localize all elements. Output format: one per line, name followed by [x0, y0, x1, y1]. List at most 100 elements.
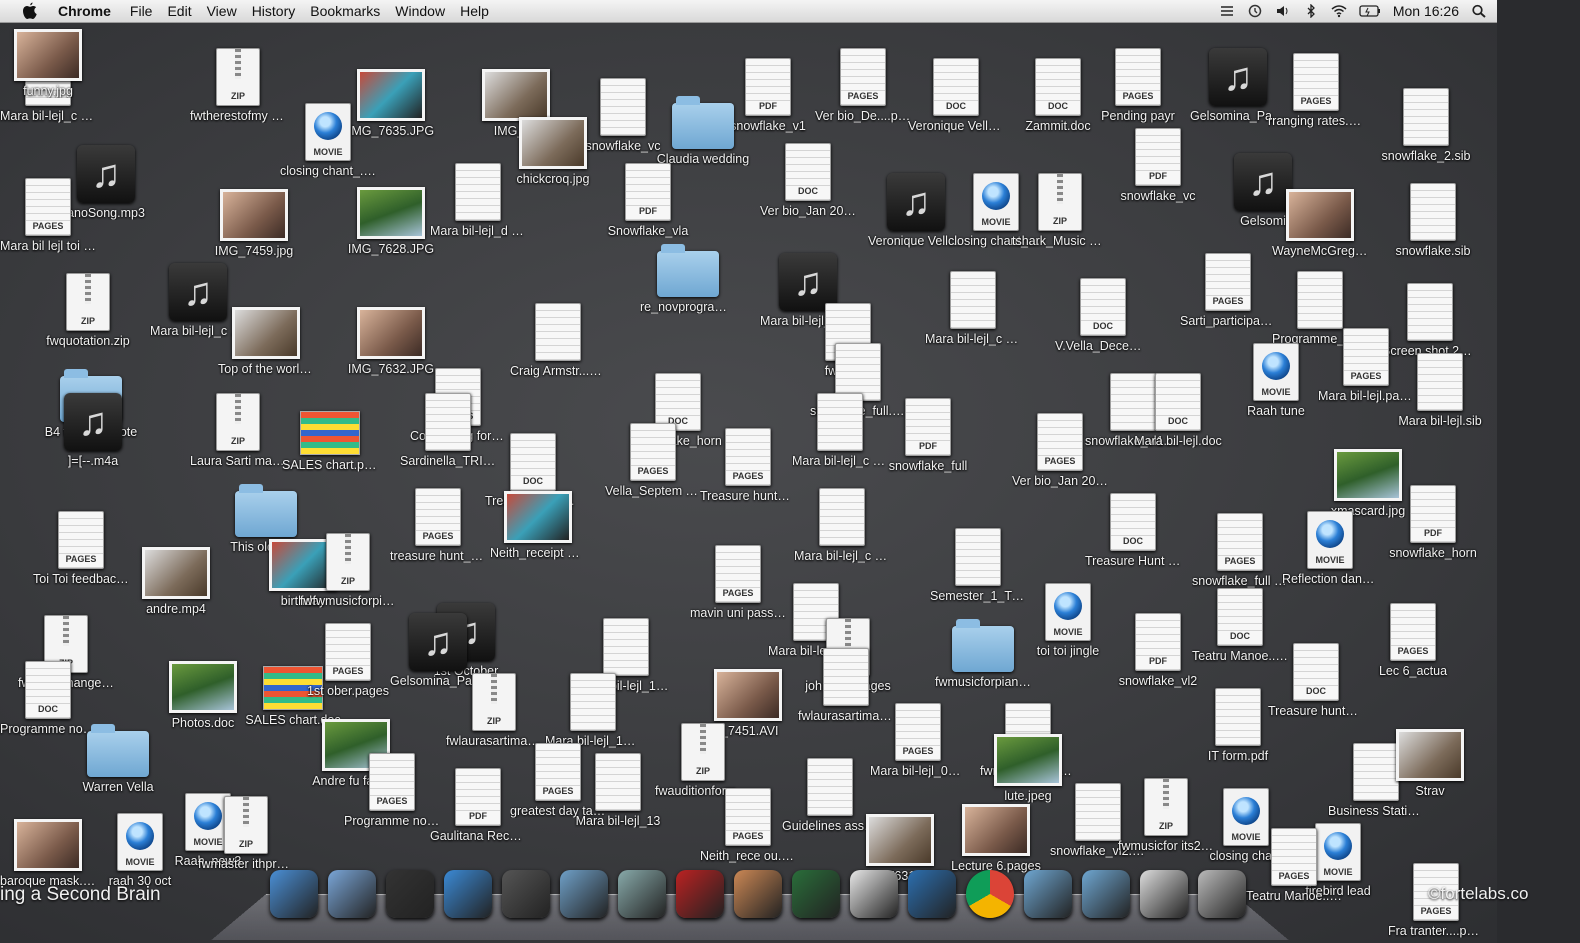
downloads-stack-icon[interactable] [1140, 870, 1188, 918]
menubar-clock[interactable]: Mon 16:26 [1393, 0, 1459, 22]
preview-icon[interactable] [560, 870, 608, 918]
battery-icon[interactable] [1359, 4, 1381, 18]
document-icon[interactable] [819, 488, 865, 546]
desktop-item[interactable]: snowflake_2.sib [1378, 88, 1474, 163]
document-icon[interactable]: DOC [510, 433, 556, 491]
document-icon[interactable]: PAGES [630, 423, 676, 481]
bluetooth-icon[interactable] [1303, 4, 1319, 18]
desktop-item[interactable]: snowflake.sib [1385, 183, 1481, 258]
calendar-icon[interactable] [850, 870, 898, 918]
folder-icon[interactable] [87, 731, 149, 777]
time-machine-icon[interactable] [1247, 4, 1263, 18]
document-icon[interactable]: PAGES [369, 753, 415, 811]
desktop-item[interactable]: Craig Armstr...ets.pdf [510, 303, 606, 378]
photo-thumbnail-icon[interactable] [504, 491, 572, 543]
facetime-icon[interactable] [502, 870, 550, 918]
document-icon[interactable] [1417, 353, 1463, 411]
desktop-item[interactable]: IMG_7632.JPG [343, 301, 439, 376]
desktop-item[interactable]: PDF snowflake_full [880, 398, 976, 473]
folder-icon[interactable] [952, 626, 1014, 672]
music-file-icon[interactable]: ♫ [887, 173, 945, 231]
photo-thumbnail-icon[interactable] [169, 661, 237, 713]
zip-archive-icon[interactable]: ZIP [326, 533, 370, 591]
menu-extra-icon[interactable] [1219, 4, 1235, 18]
desktop-item[interactable]: SALES chart.pages [282, 403, 378, 472]
desktop-item[interactable]: PAGESMara bil lejl toi toi talk.pages [0, 178, 96, 253]
desktop-item[interactable]: ZIP fwtherestofmy music.zip [190, 48, 286, 123]
desktop-item[interactable]: PAGES Pending payr [1090, 48, 1186, 123]
document-icon[interactable]: DOC [933, 58, 979, 116]
photo-thumbnail-icon[interactable] [714, 669, 782, 721]
document-icon[interactable]: PAGES [58, 511, 104, 569]
desktop-item[interactable]: funny.jpg [0, 23, 96, 98]
iphoto-icon[interactable] [618, 870, 666, 918]
desktop-item[interactable]: ZIPLaura Sarti master...ses.zip [190, 393, 286, 468]
music-file-icon[interactable]: ♫ [64, 393, 122, 451]
desktop-item[interactable]: PAGES 1st ober.pages [300, 623, 396, 698]
photo-thumbnail-icon[interactable] [519, 117, 587, 169]
document-icon[interactable] [603, 618, 649, 676]
document-icon[interactable]: PAGES [1343, 328, 1389, 386]
document-icon[interactable]: DOC [1035, 58, 1081, 116]
document-icon[interactable] [535, 303, 581, 361]
document-icon[interactable] [955, 528, 1001, 586]
desktop-item[interactable]: PAGESSarti_participan ts.pages [1180, 253, 1276, 328]
desktop-item[interactable]: PDF snowflake_vc [1110, 128, 1206, 203]
menu-file[interactable]: File [130, 0, 164, 22]
desktop-item[interactable]: PAGESToi Toi feedback.pages [33, 511, 129, 586]
applications-folder-icon[interactable] [1082, 870, 1130, 918]
document-icon[interactable]: PAGES [1205, 253, 1251, 311]
document-icon[interactable]: PAGES [1390, 603, 1436, 661]
document-icon[interactable] [1075, 783, 1121, 841]
menu-help[interactable]: Help [460, 0, 500, 22]
quicktime-movie-icon[interactable]: MOVIE [1307, 511, 1353, 569]
chrome-icon[interactable] [966, 870, 1014, 918]
photo-thumbnail-icon[interactable] [232, 307, 300, 359]
photo-thumbnail-icon[interactable] [14, 819, 82, 871]
document-icon[interactable]: DOC [1110, 493, 1156, 551]
document-icon[interactable]: PAGES [715, 545, 761, 603]
desktop-item[interactable]: PAGEStreasure hunt_n...pages [390, 488, 486, 563]
menu-app-name[interactable]: Chrome [58, 0, 122, 22]
document-icon[interactable] [1410, 183, 1456, 241]
document-icon[interactable]: PDF [905, 398, 951, 456]
menu-history[interactable]: History [252, 0, 307, 22]
document-icon[interactable] [570, 673, 616, 731]
document-icon[interactable]: PDF [1410, 485, 1456, 543]
desktop-item[interactable]: PDF Snowflake_vla [600, 163, 696, 238]
document-icon[interactable]: PAGES [325, 623, 371, 681]
desktop-item[interactable]: ♫]=[--.m4a [45, 393, 141, 468]
desktop-item[interactable]: DOC Treasure hunt_nev [1268, 643, 1364, 718]
document-icon[interactable] [1403, 88, 1449, 146]
apple-menu-icon[interactable] [22, 2, 38, 20]
desktop-item[interactable]: Mara bil-lejl_c minor_NEW_4 [792, 393, 888, 468]
document-icon[interactable]: PAGES [1271, 828, 1317, 886]
document-icon[interactable]: PDF [455, 768, 501, 826]
photo-thumbnail-icon[interactable] [142, 547, 210, 599]
desktop-item[interactable]: ZIP fwmaster ithprof_s [198, 796, 294, 871]
desktop-item[interactable]: Sardinella_TRIO Violin.pdf [400, 393, 496, 468]
document-icon[interactable]: PDF [1135, 128, 1181, 186]
quicktime-movie-icon[interactable]: MOVIE [1045, 583, 1091, 641]
desktop-item[interactable]: Mara bil-lejl.sib [1392, 353, 1488, 428]
document-icon[interactable]: DOC [1293, 643, 1339, 701]
document-icon[interactable]: PAGES [725, 788, 771, 846]
desktop-item[interactable]: Mara bil-lejl_d minor.sib [430, 163, 526, 238]
document-icon[interactable] [595, 753, 641, 811]
desktop-item[interactable]: Semester_1_Ti metabl...13.pdf [930, 528, 1026, 603]
quicktime-movie-icon[interactable]: MOVIE [305, 103, 351, 161]
desktop-item[interactable]: Mara bil-lejl_13_4_9_Cl [545, 673, 641, 748]
photo-thumbnail-icon[interactable] [14, 29, 82, 81]
zip-archive-icon[interactable]: ZIP [681, 723, 725, 781]
menu-view[interactable]: View [207, 0, 248, 22]
desktop-item[interactable]: ZIPfwlaurasartima ster_12 pg [446, 673, 542, 748]
desktop-item[interactable]: PDF snowflake_horn [1385, 485, 1481, 560]
desktop-item[interactable]: Neith_receipt St James.pages [490, 485, 586, 560]
desktop-item[interactable]: ZIPtshark_Music prop.zip [1012, 173, 1108, 248]
desktop-item[interactable]: PAGESrranging rates.pages [1268, 53, 1364, 128]
document-icon[interactable]: DOC [1080, 278, 1126, 336]
documents-folder-icon[interactable] [1024, 870, 1072, 918]
document-icon[interactable]: PDF [745, 58, 791, 116]
document-icon[interactable] [807, 758, 853, 816]
menu-edit[interactable]: Edit [167, 0, 202, 22]
